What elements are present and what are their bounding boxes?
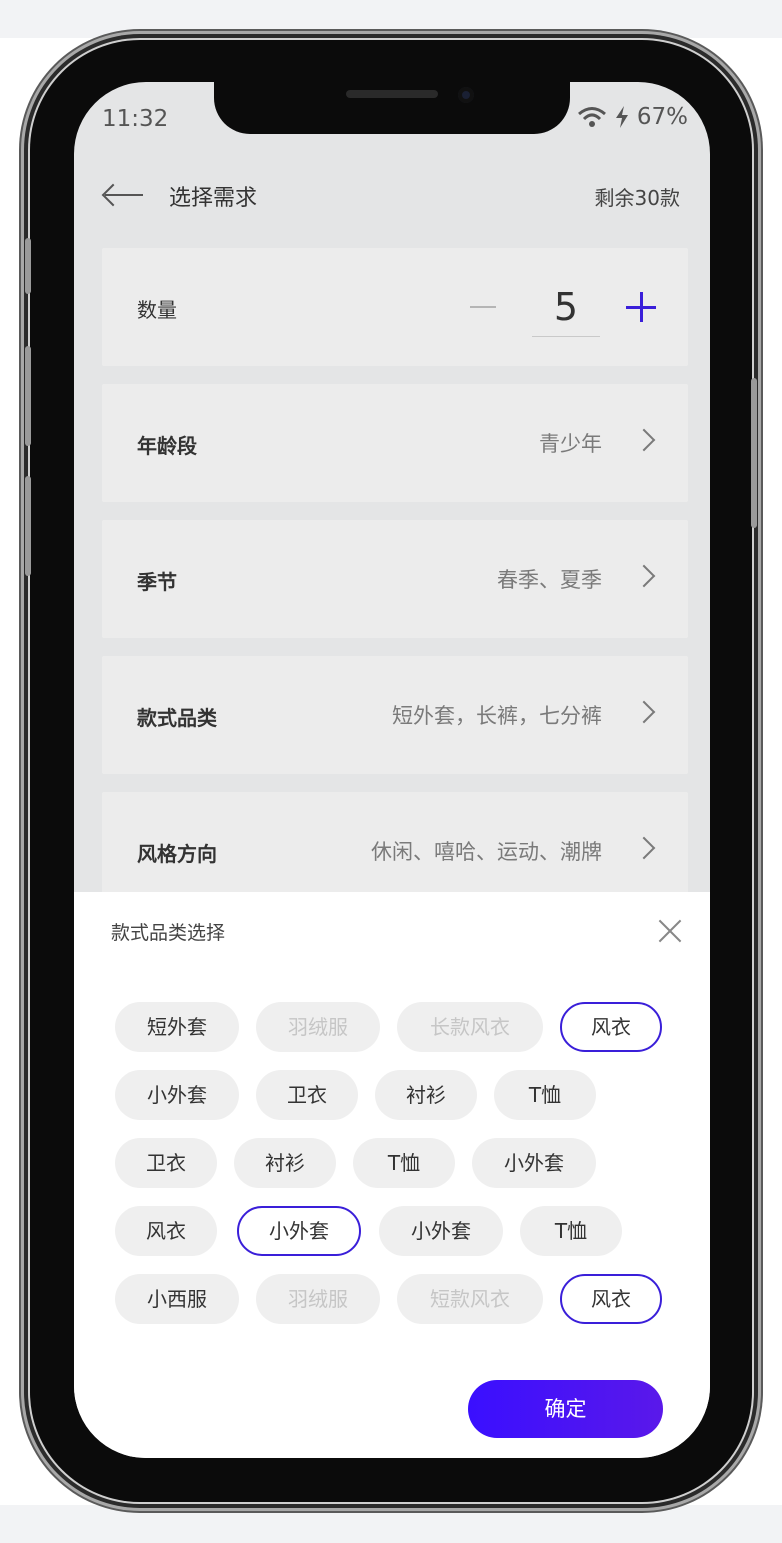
category-chip[interactable]: 羽绒服 bbox=[256, 1002, 380, 1052]
age-group-row[interactable]: 年龄段 青少年 bbox=[102, 384, 688, 502]
volume-down-button bbox=[25, 476, 31, 576]
category-selection-sheet: 款式品类选择 短外套 羽绒服 长款风衣 风衣 小外套 卫衣 衬衫 T恤 卫衣 衬… bbox=[74, 892, 710, 1458]
category-chip[interactable]: 短外套 bbox=[115, 1002, 239, 1052]
chevron-right-icon bbox=[632, 564, 656, 588]
page-title: 选择需求 bbox=[169, 186, 258, 211]
power-button bbox=[751, 378, 757, 528]
style-direction-value: 休闲、嘻哈、运动、潮牌 bbox=[371, 840, 602, 864]
style-category-value: 短外套，长裤，七分裤 bbox=[392, 704, 602, 728]
wifi-icon bbox=[577, 107, 606, 127]
front-camera bbox=[458, 87, 474, 103]
quantity-row: 数量 5 bbox=[102, 248, 688, 366]
plus-icon[interactable] bbox=[626, 292, 656, 322]
season-label: 季节 bbox=[137, 570, 177, 594]
close-icon[interactable] bbox=[658, 919, 682, 943]
header-bar: 选择需求 剩余30款 bbox=[74, 174, 710, 216]
back-arrow-icon[interactable] bbox=[101, 183, 145, 207]
category-chip[interactable]: 卫衣 bbox=[256, 1070, 358, 1120]
charging-bolt-icon bbox=[615, 106, 628, 128]
minus-icon[interactable] bbox=[470, 306, 496, 308]
quantity-label: 数量 bbox=[137, 298, 177, 322]
top-background-band bbox=[0, 0, 782, 38]
season-value: 春季、夏季 bbox=[497, 568, 602, 592]
category-chip[interactable]: 风衣 bbox=[115, 1206, 217, 1256]
category-chip[interactable]: 小西服 bbox=[115, 1274, 239, 1324]
phone-screen: 11:32 67% 选择需求 剩余30款 数量 5 年龄段 青少年 季节 春季、… bbox=[74, 82, 710, 1458]
volume-up-button bbox=[25, 346, 31, 446]
category-chip[interactable]: 风衣 bbox=[560, 1274, 662, 1324]
quantity-value[interactable]: 5 bbox=[532, 280, 600, 337]
category-chip[interactable]: 小外套 bbox=[115, 1070, 239, 1120]
category-chip[interactable]: 短款风衣 bbox=[397, 1274, 543, 1324]
chevron-right-icon bbox=[632, 428, 656, 452]
category-chip[interactable]: T恤 bbox=[494, 1070, 596, 1120]
category-chip[interactable]: 衬衫 bbox=[375, 1070, 477, 1120]
earpiece-speaker bbox=[346, 90, 438, 98]
sheet-title: 款式品类选择 bbox=[111, 922, 226, 944]
chevron-right-icon bbox=[632, 836, 656, 860]
age-group-value: 青少年 bbox=[539, 432, 602, 456]
age-group-label: 年龄段 bbox=[137, 434, 197, 458]
category-chip[interactable]: 小外套 bbox=[379, 1206, 503, 1256]
confirm-button[interactable]: 确定 bbox=[468, 1380, 663, 1438]
style-category-row[interactable]: 款式品类 短外套，长裤，七分裤 bbox=[102, 656, 688, 774]
status-time: 11:32 bbox=[102, 106, 169, 132]
category-chip[interactable]: T恤 bbox=[353, 1138, 455, 1188]
category-chip[interactable]: T恤 bbox=[520, 1206, 622, 1256]
category-chip[interactable]: 小外套 bbox=[472, 1138, 596, 1188]
status-indicators: 67% bbox=[577, 104, 688, 130]
style-direction-label: 风格方向 bbox=[137, 842, 217, 866]
category-chip[interactable]: 长款风衣 bbox=[397, 1002, 543, 1052]
mute-switch bbox=[25, 238, 31, 294]
battery-percentage: 67% bbox=[636, 104, 688, 130]
category-chip[interactable]: 风衣 bbox=[560, 1002, 662, 1052]
remaining-count: 剩余30款 bbox=[594, 186, 680, 210]
bottom-background-band bbox=[0, 1505, 782, 1543]
chevron-right-icon bbox=[632, 700, 656, 724]
category-chip[interactable]: 卫衣 bbox=[115, 1138, 217, 1188]
season-row[interactable]: 季节 春季、夏季 bbox=[102, 520, 688, 638]
style-category-label: 款式品类 bbox=[137, 706, 217, 730]
category-chip[interactable]: 羽绒服 bbox=[256, 1274, 380, 1324]
notch bbox=[214, 82, 570, 134]
category-chip[interactable]: 小外套 bbox=[237, 1206, 361, 1256]
category-chip[interactable]: 衬衫 bbox=[234, 1138, 336, 1188]
